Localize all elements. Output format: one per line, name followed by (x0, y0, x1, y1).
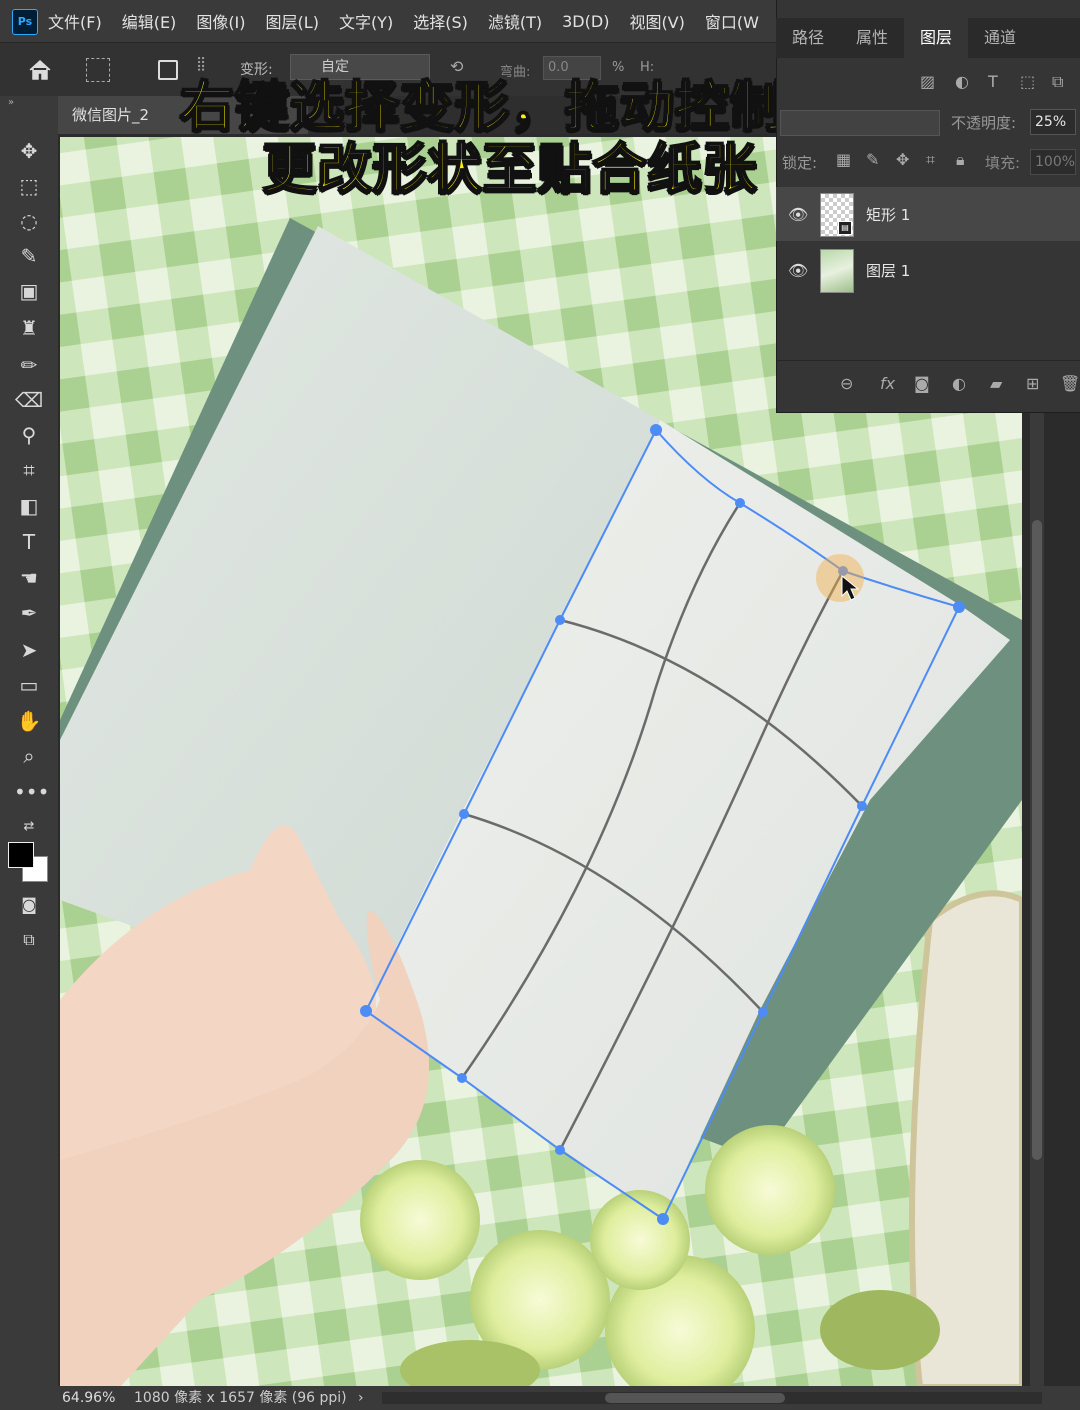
opacity-label: 不透明度: (951, 114, 1017, 132)
lock-artboard-icon[interactable]: ⌗ (926, 150, 935, 170)
document-info: 1080 像素 x 1657 像素 (96 ppi) (134, 1390, 347, 1406)
filter-adjustment-icon[interactable]: ◐ (955, 72, 969, 91)
layer-thumbnail (820, 249, 854, 293)
layer-row-photo[interactable]: 👁︎ 图层 1 (776, 243, 1080, 297)
crop-icon[interactable]: ⌗ (14, 455, 44, 485)
folder-icon[interactable]: ▰ (990, 374, 1002, 393)
tab-channels[interactable]: 通道 (968, 18, 1032, 58)
menu-layer[interactable]: 图层(L) (266, 9, 319, 33)
lock-all-icon[interactable]: 🔒︎ (956, 150, 965, 170)
layer-row-rectangle[interactable]: 👁︎ 矩形 1 (776, 187, 1080, 241)
stamp-icon[interactable]: ♜ (14, 313, 44, 343)
status-menu-arrow[interactable]: › (358, 1386, 364, 1410)
screen-mode-icon[interactable]: ⧉ (14, 925, 44, 955)
lock-label: 锁定: (782, 154, 818, 172)
path-select-icon[interactable]: ➤ (14, 635, 44, 665)
smudge-icon[interactable]: ☚ (14, 563, 44, 593)
lock-position-icon[interactable]: ✥ (896, 150, 909, 169)
brush-icon[interactable]: ✏ (14, 350, 44, 380)
collapse-icon[interactable]: » (8, 97, 14, 108)
tab-layers[interactable]: 图层 (904, 18, 969, 58)
filter-image-icon[interactable]: ▨ (920, 72, 935, 91)
filter-type-icon[interactable]: T (988, 72, 998, 91)
smart-object-icon: ▤ (838, 221, 852, 235)
filter-smart-icon[interactable]: ⧉ (1052, 72, 1063, 92)
new-layer-icon[interactable]: ⊞ (1026, 374, 1039, 393)
move-icon[interactable]: ✥ (14, 136, 44, 166)
tab-properties[interactable]: 属性 (840, 18, 904, 58)
menu-select[interactable]: 选择(S) (413, 9, 468, 33)
quick-select-icon[interactable]: ✎ (14, 241, 44, 271)
eye-icon[interactable]: 👁︎ (788, 205, 808, 224)
fx-icon[interactable]: fx (880, 374, 895, 393)
more-icon[interactable]: ••• (14, 777, 49, 807)
pen-icon[interactable]: ✒ (14, 598, 44, 628)
swap-colors-icon[interactable]: ⇄ (14, 812, 44, 842)
transform-icon[interactable] (86, 58, 110, 82)
filter-shape-icon[interactable]: ⬚ (1020, 72, 1035, 91)
quick-mask-icon[interactable]: ◙ (14, 890, 44, 920)
layer-name: 矩形 1 (866, 206, 911, 224)
zoom-level[interactable]: 64.96% (62, 1386, 115, 1410)
mask-icon[interactable]: ◙ (914, 374, 930, 393)
home-icon[interactable] (26, 56, 54, 84)
menu-view[interactable]: 视图(V) (629, 9, 684, 33)
foreground-color[interactable] (8, 842, 34, 868)
eraser-icon[interactable]: ⌫ (14, 385, 44, 415)
marquee-icon[interactable]: ⬚ (14, 171, 44, 201)
menu-items: 文件(F) 编辑(E) 图像(I) 图层(L) 文字(Y) 选择(S) 滤镜(T… (48, 0, 779, 42)
lasso-icon[interactable]: ◌ (14, 206, 44, 236)
tab-paths[interactable]: 路径 (776, 18, 840, 58)
horizontal-scrollbar-thumb[interactable] (605, 1393, 785, 1403)
zoom-icon[interactable]: ⌕ (14, 741, 44, 771)
blend-mode-select[interactable] (780, 110, 940, 136)
panel-tabs: 路径 属性 图层 通道 (776, 18, 1080, 58)
menu-file[interactable]: 文件(F) (48, 9, 102, 33)
fill-input[interactable]: 100% (1030, 149, 1076, 175)
menu-image[interactable]: 图像(I) (196, 9, 245, 33)
adjustment-icon[interactable]: ◐ (952, 374, 966, 393)
menu-type[interactable]: 文字(Y) (339, 9, 393, 33)
gradient-icon[interactable]: ◧ (14, 491, 44, 521)
rectangle-icon[interactable]: ▭ (14, 670, 44, 700)
vertical-scrollbar-thumb[interactable] (1032, 520, 1042, 1160)
lock-transparent-icon[interactable]: ▦ (836, 150, 851, 169)
menu-edit[interactable]: 编辑(E) (122, 9, 177, 33)
crop-frame-icon[interactable]: ▣ (14, 276, 44, 306)
hand-icon[interactable]: ✋ (14, 706, 44, 736)
menu-filter[interactable]: 滤镜(T) (488, 9, 542, 33)
menu-window[interactable]: 窗口(W (705, 9, 759, 33)
link-icon[interactable]: ⊖ (840, 374, 853, 393)
caption-line-2: 更改形状至贴合纸张 (262, 136, 758, 201)
fill-label: 填充: (985, 154, 1021, 172)
layer-name: 图层 1 (866, 262, 911, 280)
eyedropper-icon[interactable]: ⚲ (14, 420, 44, 450)
menu-3d[interactable]: 3D(D) (562, 12, 609, 31)
photoshop-logo: Ps (12, 9, 38, 35)
type-icon[interactable]: T (14, 527, 44, 557)
lock-paint-icon[interactable]: ✎ (866, 150, 879, 169)
eye-icon[interactable]: 👁︎ (788, 261, 808, 280)
opacity-input[interactable]: 25% (1030, 109, 1076, 135)
trash-icon[interactable]: 🗑︎ (1060, 374, 1080, 393)
